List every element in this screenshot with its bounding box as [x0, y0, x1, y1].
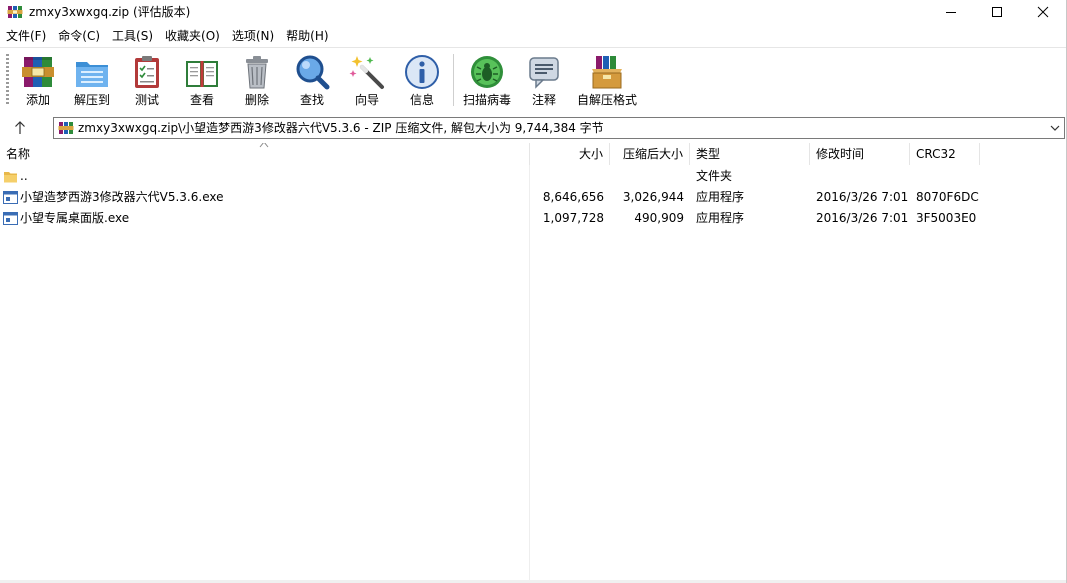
toolbar: 添加 解压到 测试 查看 删除 查找 向导 信息 扫描病毒 注释 自解压格式: [0, 47, 1066, 113]
menu-bar: 文件(F) 命令(C) 工具(S) 收藏夹(O) 选项(N) 帮助(H): [0, 26, 335, 46]
wizard-label: 向导: [354, 93, 379, 107]
file-crc: 3F5003E0: [916, 211, 977, 225]
view-button[interactable]: 查看: [181, 52, 223, 110]
file-list[interactable]: 名称 大小 压缩后大小 类型 修改时间 CRC32 .. 文件夹 小望造梦西游3…: [0, 143, 1066, 580]
magic-wand-icon: [349, 56, 384, 89]
chevron-down-icon: [1050, 125, 1060, 131]
file-name: 小望专属桌面版.exe: [20, 211, 130, 225]
wizard-button[interactable]: 向导: [346, 52, 388, 110]
file-size: 1,097,728: [542, 211, 604, 225]
column-header-crc[interactable]: CRC32: [910, 143, 980, 165]
find-button[interactable]: 查找: [291, 52, 333, 110]
menu-tools[interactable]: 工具(S): [106, 26, 159, 46]
test-button[interactable]: 测试: [126, 52, 168, 110]
extract-to-label: 解压到: [73, 93, 110, 107]
scan-virus-button[interactable]: 扫描病毒: [462, 52, 512, 110]
comment-label: 注释: [531, 93, 556, 107]
column-header-packed[interactable]: 压缩后大小: [610, 143, 690, 165]
menu-help[interactable]: 帮助(H): [280, 26, 334, 46]
column-header-name[interactable]: 名称: [0, 143, 530, 165]
add-button[interactable]: 添加: [17, 52, 59, 110]
view-label: 查看: [189, 93, 214, 107]
menu-favorites[interactable]: 收藏夹(O): [159, 26, 226, 46]
table-row[interactable]: 小望造梦西游3修改器六代V5.3.6.exe 8,646,656 3,026,9…: [0, 187, 980, 208]
file-name: 小望造梦西游3修改器六代V5.3.6.exe: [20, 190, 224, 204]
find-label: 查找: [299, 93, 324, 107]
file-size: 8,646,656: [542, 190, 604, 204]
test-clipboard-icon: [135, 56, 159, 88]
file-name: ..: [20, 169, 28, 183]
file-packed-size: 490,909: [634, 211, 684, 225]
info-label: 信息: [409, 93, 434, 107]
column-header-size[interactable]: 大小: [530, 143, 610, 165]
file-modified: 2016/3/26 7:01: [816, 211, 909, 225]
archive-icon: [58, 122, 74, 134]
view-book-icon: [186, 61, 218, 87]
file-packed-size: 3,026,944: [622, 190, 684, 204]
exe-file-icon: [3, 191, 18, 204]
file-crc: [916, 166, 980, 187]
folder-icon: [4, 172, 17, 183]
info-button[interactable]: 信息: [401, 52, 443, 110]
maximize-icon: [992, 7, 1002, 17]
toolbar-grip[interactable]: [6, 54, 9, 106]
trash-icon: [246, 56, 268, 89]
maximize-button[interactable]: [974, 0, 1020, 24]
comment-button[interactable]: 注释: [523, 52, 565, 110]
address-field[interactable]: zmxy3xwxgq.zip\小望造梦西游3修改器六代V5.3.6 - ZIP …: [53, 117, 1065, 139]
file-type: 应用程序: [696, 190, 745, 204]
title-bar[interactable]: zmxy3xwxgq.zip (评估版本): [0, 0, 1066, 24]
address-dropdown-button[interactable]: [1049, 121, 1061, 135]
sort-ascending-icon: [259, 143, 269, 148]
info-icon: [405, 55, 439, 89]
file-packed-size: [616, 166, 684, 187]
extract-folder-icon: [76, 62, 108, 87]
winrar-app-icon: [7, 6, 23, 18]
sfx-button[interactable]: 自解压格式: [576, 52, 638, 110]
file-crc: 8070F6DC: [916, 190, 979, 204]
window-title: zmxy3xwxgq.zip (评估版本): [29, 5, 191, 19]
comment-icon: [529, 57, 559, 89]
up-level-button[interactable]: [10, 119, 30, 137]
sfx-label: 自解压格式: [576, 93, 637, 107]
scan-virus-label: 扫描病毒: [462, 93, 511, 107]
menu-options[interactable]: 选项(N): [226, 26, 280, 46]
exe-file-icon: [3, 212, 18, 225]
file-type: 文件夹: [696, 169, 733, 183]
column-header-type[interactable]: 类型: [690, 143, 810, 165]
file-modified: 2016/3/26 7:01: [816, 190, 909, 204]
add-archive-icon: [22, 57, 54, 87]
toolbar-separator: [453, 54, 454, 106]
column-name-label: 名称: [6, 147, 31, 161]
menu-commands[interactable]: 命令(C): [52, 26, 106, 46]
minimize-button[interactable]: [928, 0, 974, 24]
address-path: zmxy3xwxgq.zip\小望造梦西游3修改器六代V5.3.6 - ZIP …: [78, 121, 604, 135]
virus-scan-icon: [471, 56, 503, 88]
add-label: 添加: [25, 93, 50, 107]
file-type: 应用程序: [696, 211, 745, 225]
delete-button[interactable]: 删除: [236, 52, 278, 110]
close-icon: [1037, 6, 1049, 18]
winrar-window: zmxy3xwxgq.zip (评估版本) 文件(F) 命令(C) 工具(S) …: [0, 0, 1067, 583]
close-button[interactable]: [1020, 0, 1066, 24]
delete-label: 删除: [244, 93, 269, 107]
table-row[interactable]: 小望专属桌面版.exe 1,097,728 490,909 应用程序 2016/…: [0, 208, 980, 229]
column-header-modified[interactable]: 修改时间: [810, 143, 910, 165]
sfx-box-icon: [592, 56, 622, 89]
address-bar: zmxy3xwxgq.zip\小望造梦西游3修改器六代V5.3.6 - ZIP …: [0, 114, 1066, 142]
minimize-icon: [946, 12, 956, 13]
menu-file[interactable]: 文件(F): [0, 26, 52, 46]
file-modified: [816, 166, 910, 187]
file-size: [536, 166, 604, 187]
table-row-parent[interactable]: .. 文件夹: [0, 166, 980, 187]
list-header: 名称 大小 压缩后大小 类型 修改时间 CRC32: [0, 143, 980, 165]
test-label: 测试: [134, 93, 159, 107]
arrow-up-icon: [15, 121, 25, 134]
magnifier-icon: [296, 55, 330, 90]
extract-to-button[interactable]: 解压到: [71, 52, 113, 110]
